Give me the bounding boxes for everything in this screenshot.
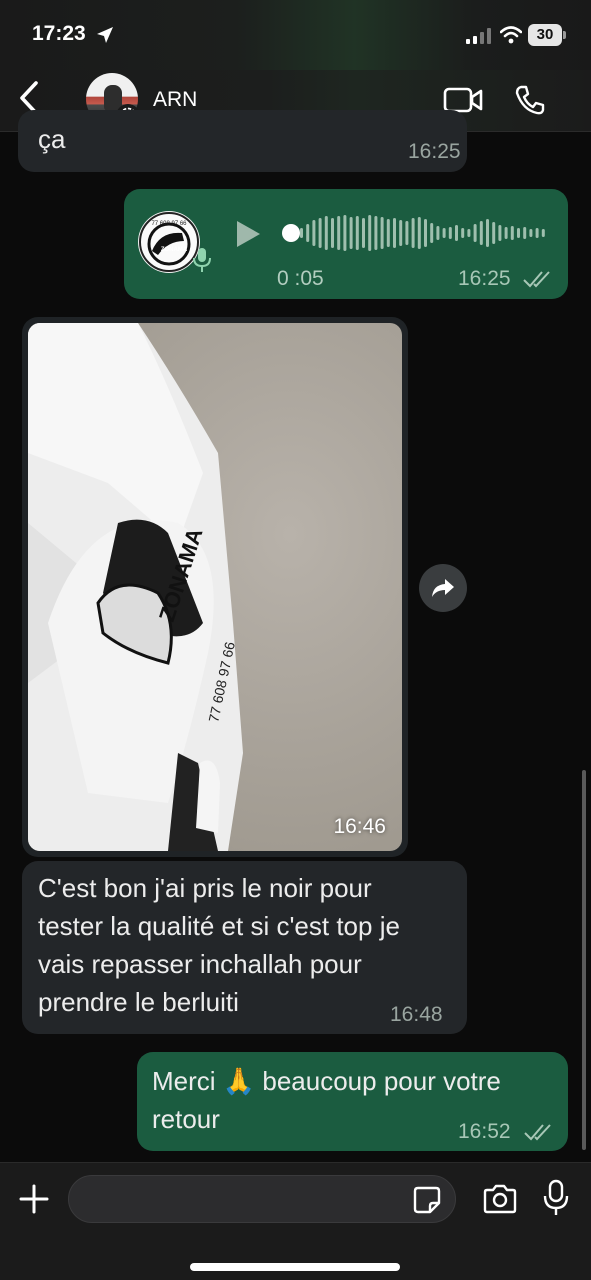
mic-icon[interactable] (543, 1179, 569, 1217)
waveform-bar (455, 225, 458, 241)
waveform-bar (424, 219, 427, 247)
mic-icon (193, 248, 211, 272)
status-bar: 17:23 30 (0, 0, 591, 70)
message-bubble-incoming[interactable]: ça 16:25 (18, 110, 467, 172)
waveform-bar (324, 216, 328, 250)
message-time: 16:25 (408, 140, 461, 163)
waveform-bar (436, 226, 440, 240)
waveform-bar (343, 215, 347, 251)
avatar-phone-text: 77 608 97 66 (151, 221, 187, 227)
waveform-bar (517, 228, 520, 238)
waveform-bar (430, 223, 434, 243)
waveform-bar (411, 218, 415, 248)
waveform-bar (510, 226, 514, 240)
home-indicator (190, 1263, 400, 1271)
waveform-bar (380, 217, 384, 249)
waveform-bar (448, 227, 452, 239)
waveform-bar (417, 217, 421, 249)
waveform-bar (504, 227, 508, 239)
sticker-icon[interactable] (412, 1185, 442, 1215)
photo-time: 16:46 (333, 815, 386, 838)
status-time: 17:23 (32, 22, 86, 45)
message-text: ça (38, 124, 66, 154)
waveform-bar (523, 227, 527, 239)
waveform-bar (386, 219, 390, 247)
contact-name[interactable]: ARN (153, 88, 197, 112)
waveform-bar (337, 216, 341, 250)
sender-avatar: 77 608 97 66 ZONAMA (138, 211, 200, 273)
avatar-brand-text: ZONAMA (161, 247, 188, 253)
waveform-bar (486, 219, 489, 247)
waveform-bar (368, 215, 372, 251)
waveform-bar (529, 229, 533, 237)
message-photo[interactable]: ZONAMA 77 608 97 66 16:46 (28, 323, 402, 851)
waveform-bar (312, 220, 316, 246)
camera-icon[interactable] (482, 1183, 518, 1215)
waveform-bar (300, 228, 303, 238)
waveform-bar (467, 229, 471, 237)
waveform-bar (362, 218, 365, 248)
scrollbar[interactable] (582, 770, 586, 1150)
forward-icon (432, 579, 454, 597)
waveform-bar (473, 224, 477, 242)
waveform-bar (541, 229, 545, 237)
waveform-bar (349, 217, 353, 249)
voice-message-bubble[interactable]: 77 608 97 66 ZONAMA 0 :05 16:25 (124, 189, 568, 299)
waveform-bar (492, 222, 496, 244)
waveform-bar (442, 228, 446, 238)
message-time: 16:48 (390, 1003, 443, 1026)
waveform-bar (393, 218, 396, 248)
composer-bar (0, 1162, 591, 1280)
waveform-bar (461, 228, 465, 238)
waveform-bar (535, 228, 539, 238)
play-icon[interactable] (234, 219, 262, 249)
message-input[interactable] (68, 1175, 456, 1223)
battery-indicator: 30 (528, 24, 566, 46)
waveform-bar (318, 218, 322, 248)
waveform-bar (306, 224, 310, 242)
waveform-bar (374, 216, 378, 250)
wifi-icon (500, 26, 522, 44)
message-text: C'est bon j'ai pris le noir pour tester … (38, 873, 400, 1017)
waveform-bar (479, 221, 483, 245)
read-receipt-icon (523, 271, 550, 288)
message-bubble-incoming[interactable]: C'est bon j'ai pris le noir pour tester … (22, 861, 467, 1034)
voice-waveform[interactable] (282, 211, 552, 255)
phone-icon[interactable] (514, 84, 546, 116)
voice-duration: 0 :05 (277, 267, 324, 290)
battery-percent: 30 (536, 26, 554, 43)
waveform-bar (331, 218, 334, 248)
plus-icon[interactable] (18, 1183, 50, 1215)
waveform-bar (405, 221, 409, 245)
image-message-bubble[interactable]: ZONAMA 77 608 97 66 16:46 (22, 317, 408, 857)
waveform-bar (498, 225, 502, 241)
location-arrow-icon (97, 27, 113, 43)
message-bubble-outgoing[interactable]: Merci 🙏 beaucoup pour votre retour 16:52 (137, 1052, 568, 1151)
signal-icon (466, 28, 491, 44)
forward-button[interactable] (419, 564, 467, 612)
waveform-bar (355, 216, 359, 250)
message-text: Merci 🙏 beaucoup pour votre retour (152, 1066, 501, 1134)
message-time: 16:52 (458, 1120, 511, 1143)
waveform-bar (399, 220, 403, 246)
read-receipt-icon (524, 1124, 551, 1141)
message-time: 16:25 (458, 267, 511, 290)
